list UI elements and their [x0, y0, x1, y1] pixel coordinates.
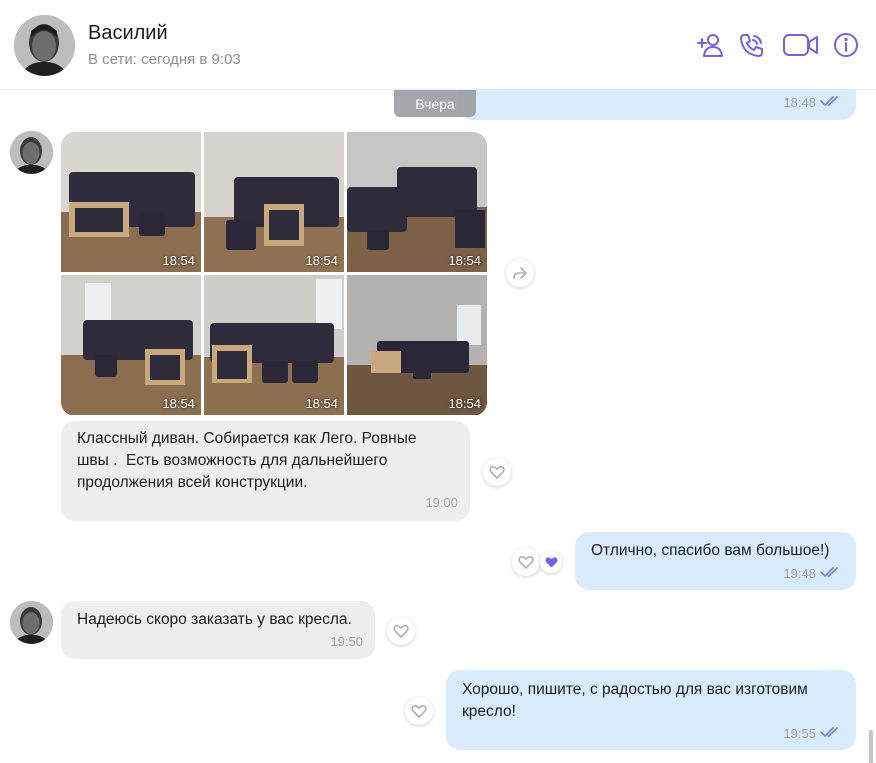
- photo-time: 18:54: [448, 396, 481, 411]
- like-button[interactable]: [405, 697, 433, 725]
- contact-status: В сети: сегодня в 9:03: [88, 51, 241, 68]
- message-time: 19:48: [783, 566, 816, 581]
- photo-thumbnail[interactable]: 18:54: [347, 132, 487, 272]
- photo-time: 18:54: [162, 396, 195, 411]
- photo-time: 18:54: [448, 253, 481, 268]
- photo-thumbnail[interactable]: 18:54: [204, 275, 344, 415]
- message-bubble[interactable]: Хорошо, пишите, с радостью для вас изгот…: [446, 670, 856, 750]
- like-button[interactable]: [512, 548, 540, 576]
- read-receipt-icon: [820, 725, 842, 737]
- video-call-icon[interactable]: [781, 30, 819, 60]
- message-time: 19:00: [425, 495, 458, 510]
- photo-gallery[interactable]: 18:54 18:54 18:54 18:54 18:54 18:54: [61, 132, 487, 416]
- message-bubble[interactable]: Отлично, спасибо вам большое!) 19:48: [575, 532, 856, 590]
- contact-name[interactable]: Василий: [88, 22, 168, 45]
- date-separator: Вчера: [394, 90, 476, 117]
- message-time: 18:48: [783, 95, 816, 110]
- photo-thumbnail[interactable]: 18:54: [61, 275, 201, 415]
- add-contact-icon[interactable]: [694, 30, 726, 60]
- photo-thumbnail[interactable]: 18:54: [204, 132, 344, 272]
- message-text: Отлично, спасибо вам большое!): [591, 542, 830, 559]
- sender-avatar[interactable]: [10, 131, 53, 174]
- forward-button[interactable]: [506, 259, 534, 287]
- photo-thumbnail[interactable]: 18:54: [347, 275, 487, 415]
- message-bubble[interactable]: Надеюсь скоро заказать у вас кресла. 19:…: [61, 601, 375, 659]
- message-text: Надеюсь скоро заказать у вас кресла.: [77, 611, 352, 628]
- previous-message-bubble[interactable]: 18:48: [458, 90, 856, 120]
- read-receipt-icon: [820, 565, 842, 577]
- message-list[interactable]: 18:48 Вчера 18:54 18:54 18:54 18:54 18:5…: [0, 90, 876, 763]
- photo-time: 18:54: [305, 253, 338, 268]
- info-icon[interactable]: [832, 30, 860, 60]
- chat-header: Василий В сети: сегодня в 9:03: [0, 0, 876, 90]
- liked-heart-icon: [540, 551, 562, 573]
- photo-time: 18:54: [162, 253, 195, 268]
- sender-avatar[interactable]: [10, 601, 53, 644]
- contact-avatar[interactable]: [14, 15, 75, 76]
- message-time: 19:50: [330, 634, 363, 649]
- message-text: Классный диван. Собирается как Лего. Ров…: [77, 430, 417, 491]
- photo-time: 18:54: [305, 396, 338, 411]
- message-bubble[interactable]: Классный диван. Собирается как Лего. Ров…: [61, 421, 470, 521]
- voice-call-icon[interactable]: [737, 30, 767, 60]
- like-button[interactable]: [387, 617, 415, 645]
- photo-thumbnail[interactable]: 18:54: [61, 132, 201, 272]
- message-time: 19:55: [783, 726, 816, 741]
- message-text: Хорошо, пишите, с радостью для вас изгот…: [462, 681, 808, 720]
- scrollbar[interactable]: [869, 730, 873, 763]
- like-button[interactable]: [483, 458, 511, 486]
- read-receipt-icon: [820, 94, 842, 106]
